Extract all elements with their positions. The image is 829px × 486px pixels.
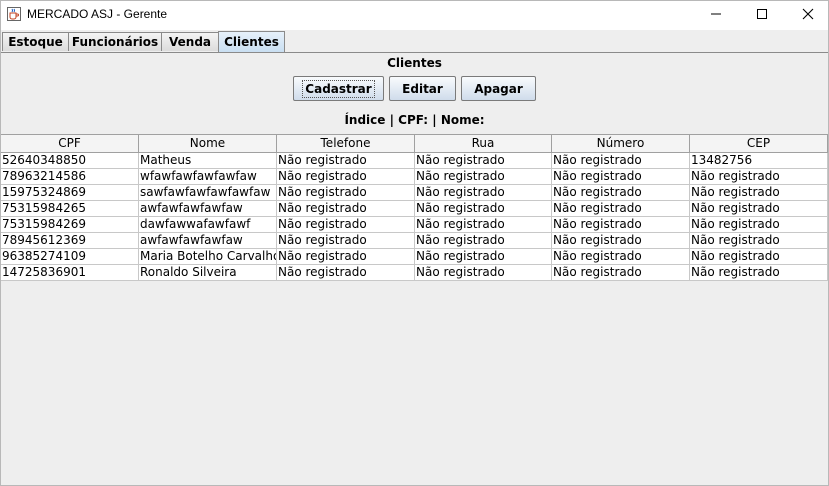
table-cell[interactable]: Não registrado (277, 233, 415, 249)
table-cell[interactable]: wfawfawfawfawfaw (139, 169, 277, 185)
table-row[interactable]: 14725836901 Ronaldo Silveira Não registrad… (1, 265, 828, 281)
table-row[interactable]: 78963214586 wfawfawfawfawfaw Não registrad… (1, 169, 828, 185)
table-cell[interactable]: Não registrado (552, 169, 690, 185)
column-header-nome[interactable]: Nome (139, 135, 277, 152)
table-row[interactable]: 78945612369 awfawfawfawfaw Não registrado N… (1, 233, 828, 249)
table-cell[interactable]: Não registrado (277, 201, 415, 217)
table-cell[interactable]: sawfawfawfawfawfaw (139, 185, 277, 201)
table-cell[interactable]: 78963214586 (1, 169, 139, 185)
table-cell[interactable]: Não registrado (415, 265, 552, 281)
apagar-button[interactable]: Apagar (461, 76, 536, 101)
maximize-button[interactable] (739, 1, 785, 30)
table-cell[interactable]: Não registrado (690, 265, 828, 281)
table-header: CPF Nome Telefone Rua Número CEP (1, 134, 828, 153)
column-header-rua[interactable]: Rua (415, 135, 552, 152)
tab-bar: Estoque Funcionários Venda Clientes (1, 30, 828, 52)
table-cell[interactable]: 15975324869 (1, 185, 139, 201)
close-button[interactable] (785, 1, 828, 30)
table-cell[interactable]: Não registrado (690, 185, 828, 201)
table-cell[interactable]: 78945612369 (1, 233, 139, 249)
minimize-icon (710, 8, 722, 23)
table-cell[interactable]: Não registrado (415, 201, 552, 217)
table-cell[interactable]: Não registrado (277, 185, 415, 201)
table-cell[interactable]: 75315984269 (1, 217, 139, 233)
tab-estoque[interactable]: Estoque (2, 32, 69, 51)
table-cell[interactable]: Não registrado (415, 217, 552, 233)
table-cell[interactable]: Não registrado (552, 153, 690, 169)
table-cell[interactable]: dawfawwafawfawf (139, 217, 277, 233)
window-title: MERCADO ASJ - Gerente (27, 7, 168, 21)
table-cell[interactable]: Não registrado (690, 233, 828, 249)
column-header-cpf[interactable]: CPF (1, 135, 139, 152)
tab-venda[interactable]: Venda (161, 32, 219, 51)
tab-clientes[interactable]: Clientes (218, 31, 285, 52)
minimize-button[interactable] (693, 1, 739, 30)
table-cell[interactable]: 14725836901 (1, 265, 139, 281)
java-cup-icon (7, 7, 21, 21)
maximize-icon (756, 8, 768, 23)
table-row[interactable]: 75315984265 awfawfawfawfaw Não registrado N… (1, 201, 828, 217)
table-cell[interactable]: Não registrado (690, 217, 828, 233)
column-header-cep[interactable]: CEP (690, 135, 828, 152)
table-cell[interactable]: Não registrado (415, 233, 552, 249)
table-cell[interactable]: Não registrado (690, 201, 828, 217)
table-cell[interactable]: Maria Botelho Carvalho (139, 249, 277, 265)
close-icon (802, 8, 814, 23)
tab-funcionarios[interactable]: Funcionários (68, 32, 162, 51)
table-cell[interactable]: Não registrado (552, 233, 690, 249)
table-cell[interactable]: Não registrado (690, 169, 828, 185)
table-cell[interactable]: Não registrado (552, 201, 690, 217)
table-row[interactable]: 75315984269 dawfawwafawfawf Não registrado… (1, 217, 828, 233)
table-cell[interactable]: Não registrado (552, 249, 690, 265)
table-cell[interactable]: Não registrado (415, 169, 552, 185)
section-heading: Clientes (387, 56, 442, 70)
column-header-telefone[interactable]: Telefone (277, 135, 415, 152)
table-cell[interactable]: awfawfawfawfaw (139, 233, 277, 249)
table-cell[interactable]: 52640348850 (1, 153, 139, 169)
cadastrar-button[interactable]: Cadastrar (293, 76, 384, 101)
table-cell[interactable]: Não registrado (415, 153, 552, 169)
editar-button[interactable]: Editar (389, 76, 456, 101)
search-label: Índice | CPF: | Nome: (344, 113, 485, 127)
table-row[interactable]: 52640348850 Matheus Não registrado Não regi… (1, 153, 828, 169)
table-cell[interactable]: Não registrado (277, 217, 415, 233)
table-cell[interactable]: Não registrado (277, 153, 415, 169)
table-cell[interactable]: Não registrado (552, 217, 690, 233)
table-cell[interactable]: Não registrado (277, 265, 415, 281)
table-cell[interactable]: Não registrado (552, 185, 690, 201)
table-cell[interactable]: awfawfawfawfaw (139, 201, 277, 217)
table-cell[interactable]: Não registrado (415, 249, 552, 265)
table-row[interactable]: 96385274109 Maria Botelho Carvalho Não reg… (1, 249, 828, 265)
column-header-numero[interactable]: Número (552, 135, 690, 152)
table-cell[interactable]: Não registrado (277, 169, 415, 185)
app-window: MERCADO ASJ - Gerente Estoque Funcionári… (0, 0, 829, 486)
table-cell[interactable]: Ronaldo Silveira (139, 265, 277, 281)
table-row[interactable]: 15975324869 sawfawfawfawfawfaw Não registr… (1, 185, 828, 201)
table-cell[interactable]: Matheus (139, 153, 277, 169)
table-cell[interactable]: Não registrado (415, 185, 552, 201)
table-cell[interactable]: Não registrado (277, 249, 415, 265)
cadastrar-button-label: Cadastrar (302, 79, 375, 98)
tab-content-border (1, 52, 828, 53)
title-bar: MERCADO ASJ - Gerente (1, 1, 828, 30)
table-cell[interactable]: 75315984265 (1, 201, 139, 217)
table-cell[interactable]: 96385274109 (1, 249, 139, 265)
table-cell[interactable]: 13482756 (690, 153, 828, 169)
table-cell[interactable]: Não registrado (690, 249, 828, 265)
table-cell[interactable]: Não registrado (552, 265, 690, 281)
